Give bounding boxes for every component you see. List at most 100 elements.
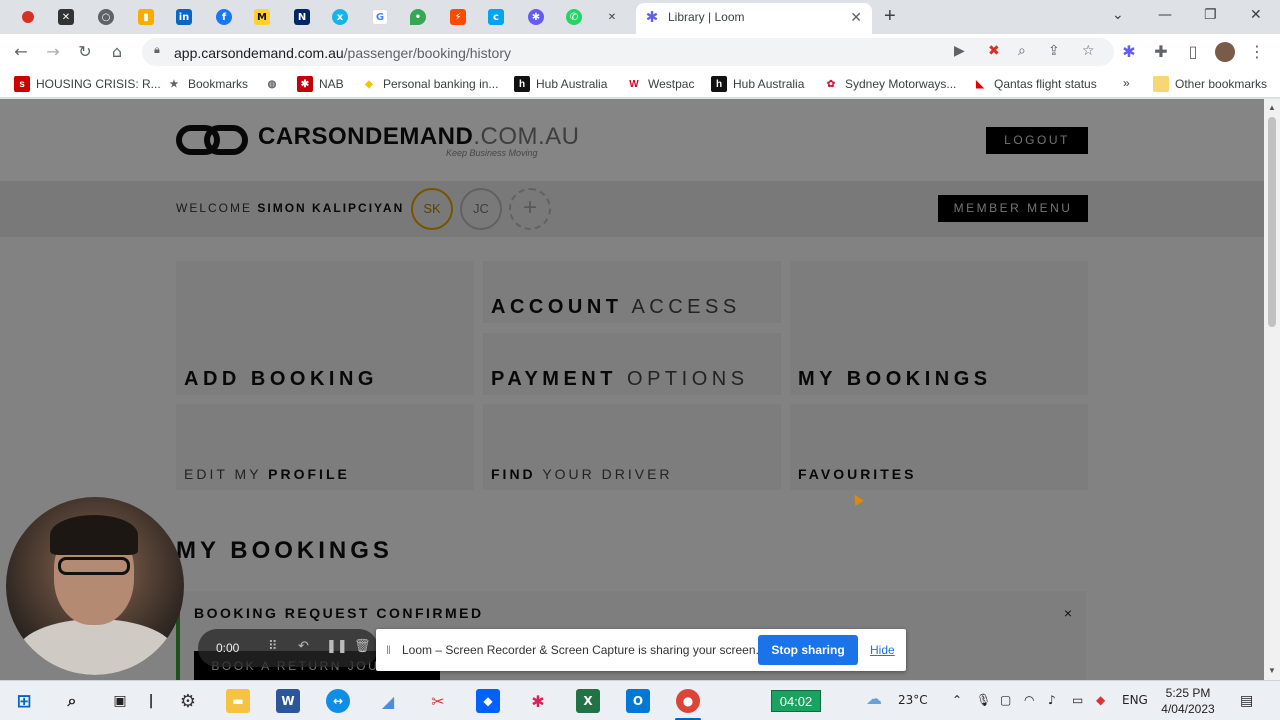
task-view-icon[interactable]: ▣	[108, 689, 132, 713]
tab-muted-icon[interactable]: ✕	[600, 5, 624, 29]
forward-button[interactable]: →	[42, 41, 64, 63]
recording-timer[interactable]: 04:02	[771, 690, 821, 712]
side-panel-icon[interactable]: ▯	[1182, 41, 1204, 63]
tile-add-booking[interactable]: ADD BOOKING	[176, 261, 474, 395]
lock-icon[interactable]: 🔒︎	[154, 44, 160, 57]
snipping-tool-icon[interactable]: ✂	[426, 689, 450, 713]
restore-button[interactable]: ❐	[1204, 7, 1217, 23]
start-icon[interactable]: ⊞	[12, 689, 36, 713]
pause-icon[interactable]: ❚❚	[326, 639, 348, 654]
bookmark-hub-australia-2[interactable]: h Hub Australia	[711, 76, 804, 92]
tab-xero-icon[interactable]: x	[328, 5, 352, 29]
word-icon[interactable]: W	[276, 689, 300, 713]
bookmark-personal-banking[interactable]: ◆ Personal banking in...	[361, 76, 498, 92]
wifi-icon[interactable]: ◠	[1024, 693, 1034, 707]
share-icon[interactable]: ⇪	[1048, 43, 1060, 59]
add-member-button[interactable]: +	[509, 188, 551, 230]
tile-payment-options[interactable]: PAYMENT OPTIONS	[483, 333, 781, 395]
bookmark-westpac[interactable]: W Westpac	[626, 76, 694, 92]
avatar-jc[interactable]: JC	[460, 188, 502, 230]
blocked-icon[interactable]: ✖	[988, 43, 1000, 59]
tab-globe-icon[interactable]: ○	[94, 5, 118, 29]
avatar-sk[interactable]: SK	[411, 188, 453, 230]
slack-icon[interactable]: ✱	[526, 689, 550, 713]
page-scrollbar[interactable]: ▲ ▼	[1264, 99, 1280, 680]
weather-icon[interactable]: ☁	[866, 689, 882, 708]
teamviewer-icon[interactable]: ↔	[326, 689, 350, 713]
battery-icon[interactable]: ▭	[1072, 693, 1083, 707]
tile-edit-profile[interactable]: EDIT MY PROFILE	[176, 404, 474, 490]
profile-avatar[interactable]	[1214, 41, 1236, 63]
tab-zapier-icon[interactable]: ⚡	[446, 5, 470, 29]
app-icon[interactable]: ◢	[376, 689, 400, 713]
language-indicator[interactable]: ENG	[1122, 693, 1148, 707]
chrome-icon[interactable]: ●	[676, 689, 700, 713]
close-icon[interactable]: ×	[1064, 605, 1072, 621]
system-clock[interactable]: 5:25 PM 4/04/2023	[1156, 685, 1220, 717]
new-tab-button[interactable]: +	[884, 6, 896, 26]
bookmarks-overflow[interactable]: »	[1123, 76, 1130, 90]
meet-icon[interactable]: ▢	[1000, 693, 1011, 707]
tab-record-icon[interactable]	[16, 5, 40, 29]
file-explorer-icon[interactable]: ▬	[226, 689, 250, 713]
tab-linkedin-icon[interactable]: in	[172, 5, 196, 29]
site-logo[interactable]: CARSONDEMAND.COM.AU Keep Business Moving	[176, 123, 579, 159]
tab-whatsapp-icon[interactable]: ✆	[562, 5, 586, 29]
dropbox-icon[interactable]: ◆	[476, 689, 500, 713]
tile-account-access[interactable]: ACCOUNT ACCESS	[483, 261, 781, 323]
back-button[interactable]: ←	[10, 41, 32, 63]
tab-active[interactable]: ✱ Library | Loom ✕	[636, 3, 872, 34]
tab-maps-icon[interactable]: •	[406, 5, 430, 29]
drag-handle-icon[interactable]: ⠿	[268, 639, 278, 654]
tray-overflow-icon[interactable]: ⌃	[952, 693, 962, 707]
weather-temp[interactable]: 23°C	[898, 693, 928, 707]
camera-icon[interactable]: ▶	[954, 43, 965, 59]
scroll-up-icon[interactable]: ▲	[1268, 103, 1276, 112]
member-menu-button[interactable]: MEMBER MENU	[938, 195, 1088, 222]
address-bar[interactable]: 🔒︎ app.carsondemand.com.au/passenger/boo…	[142, 38, 1114, 66]
scroll-down-icon[interactable]: ▼	[1268, 666, 1276, 675]
tab-search-icon[interactable]: ⌄	[1112, 7, 1124, 23]
notifications-icon[interactable]: ▤	[1240, 693, 1253, 709]
bookmark-star-icon[interactable]: ☆	[1082, 43, 1095, 59]
bookmark-hub-australia-1[interactable]: h Hub Australia	[514, 76, 607, 92]
minimize-button[interactable]: —	[1158, 7, 1172, 23]
tab-facebook-icon[interactable]: f	[212, 5, 236, 29]
restart-icon[interactable]: ↶	[298, 639, 309, 654]
stop-sharing-button[interactable]: Stop sharing	[758, 635, 858, 665]
reload-button[interactable]: ↻	[74, 41, 96, 63]
bookmark-globe[interactable]: ◍	[264, 76, 280, 92]
tile-find-driver[interactable]: FIND YOUR DRIVER	[483, 404, 781, 490]
microphone-icon[interactable]: 🎙︎	[976, 693, 991, 707]
tab-analytics-icon[interactable]: ▮	[134, 5, 158, 29]
grip-icon[interactable]: ‖	[386, 643, 391, 657]
settings-icon[interactable]: ⚙	[176, 689, 200, 713]
tab-loom-icon[interactable]: ✱	[524, 5, 548, 29]
bookmark-housing[interactable]: s HOUSING CRISIS: R...	[14, 76, 161, 92]
tab-nsw-icon[interactable]: N	[290, 5, 314, 29]
tab-close-icon[interactable]: ✕	[850, 9, 862, 26]
tab-motorsport-icon[interactable]: ✕	[54, 5, 78, 29]
menu-icon[interactable]: ⋮	[1246, 41, 1268, 63]
tab-google-icon[interactable]: G	[368, 5, 392, 29]
tab-app-icon[interactable]: c	[484, 5, 508, 29]
logout-button[interactable]: LOGOUT	[986, 127, 1088, 154]
delete-icon[interactable]: 🗑︎	[354, 639, 371, 654]
close-window-button[interactable]: ✕	[1250, 7, 1262, 23]
dropbox-sync-icon[interactable]: ◆	[1096, 693, 1105, 707]
bookmark-sydney-motorways[interactable]: ✿ Sydney Motorways...	[823, 76, 957, 92]
bookmark-other[interactable]: Other bookmarks	[1153, 76, 1267, 92]
hide-link[interactable]: Hide	[870, 643, 895, 657]
tile-favourites[interactable]: FAVOURITES	[790, 404, 1088, 490]
excel-icon[interactable]: X	[576, 689, 600, 713]
outlook-icon[interactable]: O	[626, 689, 650, 713]
loom-webcam-bubble[interactable]	[6, 497, 184, 675]
search-icon[interactable]: ⌕	[60, 689, 84, 713]
tile-my-bookings[interactable]: MY BOOKINGS	[790, 261, 1088, 395]
bookmark-qantas[interactable]: ◣ Qantas flight status	[972, 76, 1097, 92]
extensions-icon[interactable]: ✚	[1150, 41, 1172, 63]
tab-miro-icon[interactable]: M	[250, 5, 274, 29]
bookmark-nab[interactable]: ✱ NAB	[297, 76, 344, 92]
scrollbar-thumb[interactable]	[1268, 117, 1276, 327]
zoom-icon[interactable]: ⌕	[1018, 43, 1026, 59]
